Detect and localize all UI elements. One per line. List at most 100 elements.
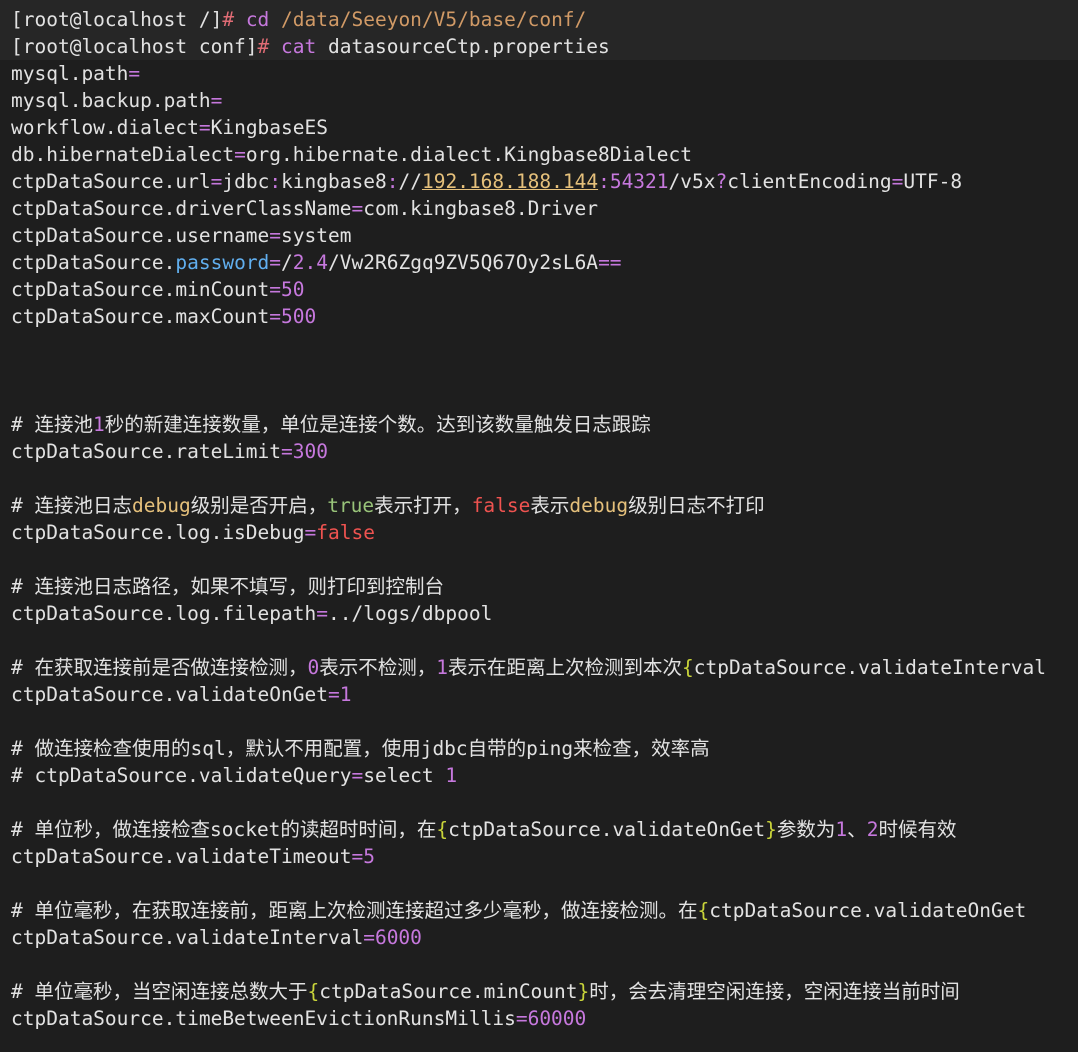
text-segment: 500 (281, 305, 317, 328)
text-segment: = (269, 278, 282, 301)
text-segment: [root@localhost conf] (11, 35, 258, 58)
output-line: ctpDataSource.rateLimit=300 (11, 438, 328, 465)
text-segment: com.kingbase8.Driver (363, 197, 599, 220)
text-segment: 1 (436, 656, 448, 679)
text-segment: 级别日志不打印 (628, 494, 765, 517)
output-line: # 单位秒，做连接检查socket的读超时时间，在{ctpDataSource.… (11, 816, 956, 843)
text-segment: cd (245, 8, 282, 31)
text-segment: 表示 (530, 494, 570, 517)
output-line: mysql.backup.path= (11, 87, 222, 114)
text-segment: system (281, 224, 352, 247)
text-segment: # 做连接检查使用的sql，默认不用配置，使用jdbc自带的ping来检查，效率… (11, 737, 710, 760)
text-segment: = (363, 926, 375, 949)
text-segment: org.hibernate.dialect.Kingbase8Dialect (245, 143, 692, 166)
output-line: ctpDataSource.username=system (11, 222, 351, 249)
text-segment: 6000 (374, 926, 422, 949)
output-line: ctpDataSource.timeBetweenEvictionRunsMil… (11, 1005, 586, 1032)
text-segment: UTF-8 (903, 170, 963, 193)
text-segment: ctpDataSource.driverClassName (11, 197, 352, 220)
text-segment: 时，会去清理空闲连接，空闲连接当前时间 (589, 980, 960, 1003)
output-line: # 单位毫秒，当空闲连接总数大于{ctpDataSource.minCount}… (11, 978, 960, 1005)
text-segment: 参数为 (776, 818, 836, 841)
text-segment: = (269, 251, 282, 274)
text-segment: datasourceCtp.properties (328, 35, 610, 58)
text-segment: 1 (445, 764, 458, 787)
text-segment: ctpDataSource.validateOnGet (11, 683, 328, 706)
output-line: ctpDataSource.validateOnGet=1 (11, 681, 351, 708)
text-segment: debug (569, 494, 629, 517)
text-segment: 60000 (527, 1007, 587, 1030)
output-line: ctpDataSource.password=/2.4/Vw2R6Zgq9ZV5… (11, 249, 622, 276)
text-segment: # 单位毫秒，在获取连接前，距离上次检测连接超过多少毫秒，做连接检测。在 (11, 899, 698, 922)
text-segment: = (269, 305, 282, 328)
text-segment: /v5x (668, 170, 716, 193)
text-segment: # 连接池日志路径，如果不填写，则打印到控制台 (11, 575, 444, 598)
text-segment: # 连接池日志 (11, 494, 132, 517)
output-line: ctpDataSource.validateInterval=6000 (11, 924, 422, 951)
text-segment: 192.168.188.144 (421, 170, 599, 193)
text-segment: # 连接池 (11, 413, 93, 436)
text-segment: = (351, 845, 364, 868)
prompt-line: [root@localhost conf]# cat datasourceCtp… (11, 33, 610, 60)
text-segment: # 在获取连接前是否做连接检测， (11, 656, 308, 679)
text-segment: 1 (835, 818, 848, 841)
text-segment: ctpDataSource.validateOnGet (448, 818, 766, 841)
text-segment: { (307, 980, 320, 1003)
output-line: ctpDataSource.log.filepath=../logs/dbpoo… (11, 600, 492, 627)
output-line: ctpDataSource.validateTimeout=5 (11, 843, 375, 870)
output-line: mysql.path= (11, 60, 140, 87)
output-line: # 在获取连接前是否做连接检测，0表示不检测，1表示在距离上次检测到本次{ctp… (11, 654, 1046, 681)
text-segment: 表示在距离上次检测到本次 (448, 656, 683, 679)
text-segment: ctpDataSource.minCount (319, 980, 578, 1003)
text-segment: jdbc (222, 170, 270, 193)
text-segment: false (316, 521, 375, 544)
text-segment: # (222, 8, 246, 31)
prompt-line: [root@localhost /]# cd /data/Seeyon/V5/b… (11, 6, 586, 33)
text-segment: { (697, 899, 710, 922)
text-segment: ctpDataSource.minCount (11, 278, 270, 301)
text-segment: = (234, 143, 246, 166)
text-segment: ctpDataSource.log.isDebug (11, 521, 305, 544)
text-segment: ctpDataSource.validateTimeout (11, 845, 352, 868)
text-segment: 300 (292, 440, 329, 463)
text-segment: ctpDataSource.log.filepath (11, 602, 317, 625)
output-line: # ctpDataSource.validateQuery=select 1 (11, 762, 457, 789)
output-line: workflow.dialect=KingbaseES (11, 114, 328, 141)
text-segment: { (682, 656, 694, 679)
text-segment: = (351, 197, 364, 220)
text-segment: workflow.dialect (11, 116, 199, 139)
text-segment: # (257, 35, 282, 58)
output-line: # 做连接检查使用的sql，默认不用配置，使用jdbc自带的ping来检查，效率… (11, 735, 710, 762)
text-segment: = (281, 440, 293, 463)
text-segment: 54321 (609, 170, 669, 193)
text-segment: select (363, 764, 446, 787)
text-segment: // (398, 170, 422, 193)
text-segment: ctpDataSource.validateInterval (693, 656, 1046, 679)
output-line: db.hibernateDialect=org.hibernate.dialec… (11, 141, 692, 168)
text-segment: == (598, 251, 622, 274)
terminal-window[interactable]: [root@localhost /]# cd /data/Seeyon/V5/b… (0, 0, 1078, 1052)
text-segment: = (210, 89, 223, 112)
text-segment: 5 (363, 845, 375, 868)
text-segment: ctpDataSource. (11, 251, 176, 274)
text-segment: 1 (92, 413, 105, 436)
text-segment: cat (281, 35, 328, 58)
output-line: ctpDataSource.log.isDebug=false (11, 519, 375, 546)
text-segment: / (281, 251, 293, 274)
output-line: # 单位毫秒，在获取连接前，距离上次检测连接超过多少毫秒，做连接检测。在{ctp… (11, 897, 1026, 924)
text-segment: : (598, 170, 610, 193)
text-segment: } (765, 818, 777, 841)
output-line: ctpDataSource.url=jdbc:kingbase8://192.1… (11, 168, 962, 195)
text-segment: # ctpDataSource.validateQuery (11, 764, 352, 787)
text-segment: [root@localhost /] (11, 8, 223, 31)
text-segment: KingbaseES (210, 116, 328, 139)
text-segment: = (304, 521, 317, 544)
text-segment: = (198, 116, 211, 139)
text-segment: ctpDataSource.rateLimit (11, 440, 282, 463)
text-segment: ctpDataSource.maxCount (11, 305, 270, 328)
text-segment: 50 (281, 278, 305, 301)
text-segment: : (386, 170, 399, 193)
text-segment: true (327, 494, 375, 517)
text-segment: kingbase8 (281, 170, 387, 193)
text-segment: 秒的新建连接数量，单位是连接个数。达到该数量触发日志跟踪 (104, 413, 651, 436)
